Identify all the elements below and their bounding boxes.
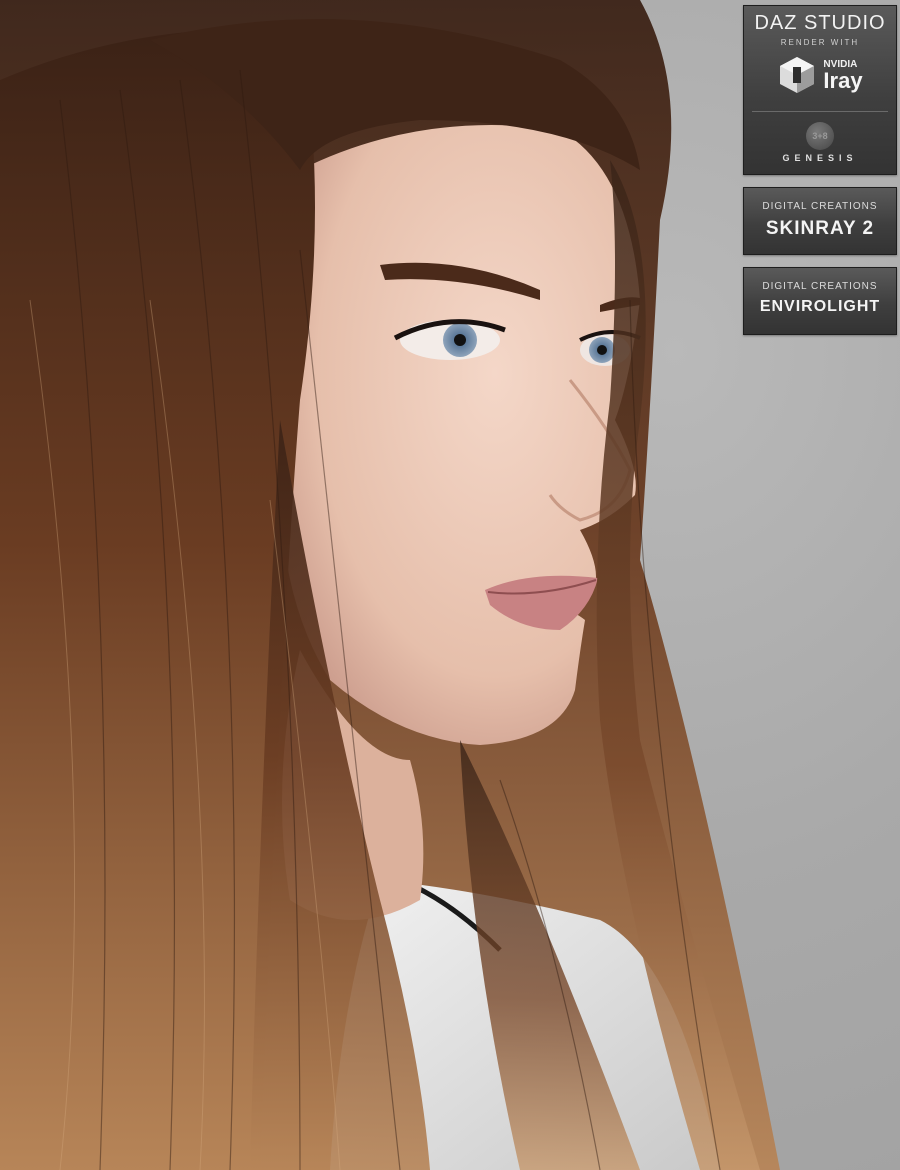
daz-studio-badge: DAZ STUDIO RENDER WITH NVIDIA Iray 3+8 G… [743, 5, 897, 175]
iray-label: Iray [823, 67, 863, 93]
skinray-badge: DIGITAL CREATIONS SKINRAY 2 [743, 187, 897, 255]
genesis-mark: 3+8 [806, 122, 834, 150]
iray-logo: NVIDIA Iray [744, 55, 896, 95]
badge-divider [752, 111, 888, 112]
portrait-render [0, 0, 780, 1170]
daz-studio-title: DAZ STUDIO [754, 12, 886, 34]
render-with-label: RENDER WITH [780, 38, 860, 47]
envirolight-badge: DIGITAL CREATIONS ENVIROLIGHT [743, 267, 897, 335]
promo-render: DAZ STUDIO RENDER WITH NVIDIA Iray 3+8 G… [0, 0, 900, 1170]
envirolight-maker: DIGITAL CREATIONS [762, 281, 878, 292]
skinray-product: SKINRAY 2 [765, 218, 875, 239]
genesis-label: GENESIS [782, 153, 858, 163]
skinray-maker: DIGITAL CREATIONS [762, 201, 878, 212]
nvidia-cube-icon [780, 57, 815, 93]
envirolight-product: ENVIROLIGHT [759, 298, 881, 315]
